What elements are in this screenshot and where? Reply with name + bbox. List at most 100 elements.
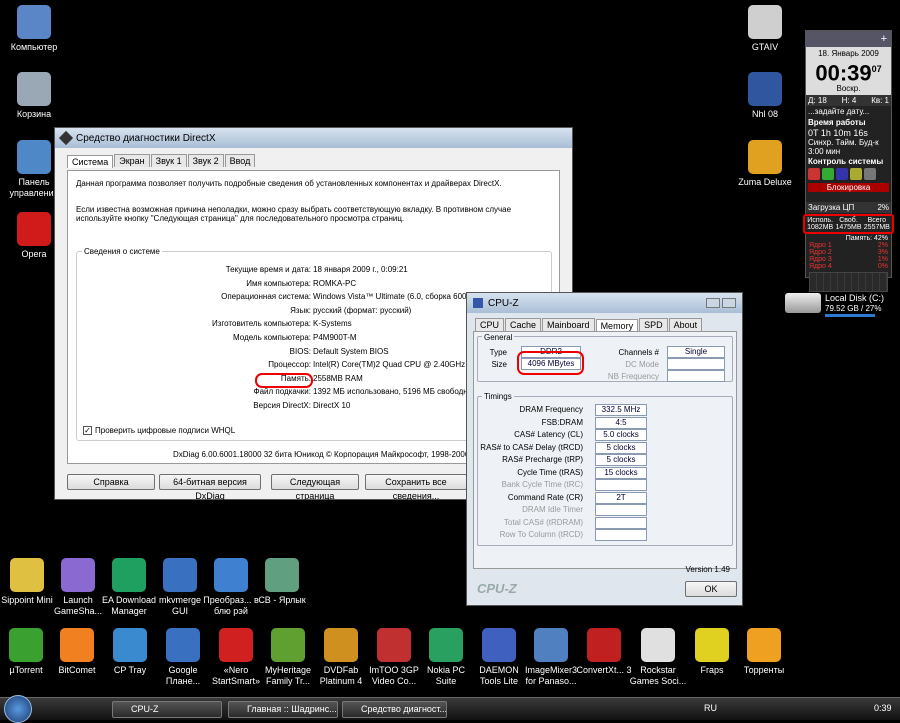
shortcut-icon [482,628,516,662]
taskbar: CPU-Z Главная :: Шадринс... Средство диагн… [0,695,900,723]
cpuz-tab[interactable]: About [668,318,703,331]
dxdiag-button[interactable]: 64-битная версия DxDiag [159,474,261,501]
computer-icon [17,5,51,39]
lock-icon[interactable] [864,168,876,181]
cpuz-tab[interactable]: Mainboard [542,318,595,331]
desktop-shortcut[interactable]: BitComet [47,628,107,676]
sleep-icon[interactable] [836,168,848,181]
logoff-icon[interactable] [850,168,862,181]
timing-label: Cycle Time (tRAS) [517,467,583,477]
desktop-icon-gtaiv[interactable]: GTAIV [733,5,797,53]
shortcut-icon [265,558,299,592]
desktop-shortcut[interactable]: ImTOO 3GP Video Co... [364,628,424,687]
cpuz-tab[interactable]: Cache [505,318,542,331]
restart-icon[interactable] [822,168,834,181]
shortcut-label: ImageMixer3 for Panaso... [524,665,578,686]
desktop-shortcut[interactable]: CB - Ярлык [252,558,312,606]
shortcut-label: Fraps [700,665,724,675]
mem-free-value: 1475MB [835,224,862,232]
core-name: Ядро 2 [809,249,832,257]
dxdiag-tab[interactable]: Звук 1 [150,154,187,167]
general-group-title: General [482,333,515,342]
minimize-icon[interactable] [706,298,720,308]
system-info-label: BIOS: [289,346,311,356]
desktop-shortcut[interactable]: Rockstar Games Soci... [628,628,688,687]
channels-label: Channels # [618,348,659,357]
shortcut-label: Nokia PC Suite [426,665,465,686]
desktop-shortcut[interactable]: ConvertXt... 3 [574,628,634,676]
shortcut-label: MyHeritage Family Tr... [264,665,311,686]
timing-value: 2T [595,491,647,504]
desktop-shortcut[interactable]: Nokia PC Suite [416,628,476,687]
timings-group-title: Timings [482,392,514,401]
memory-highlight [255,373,313,388]
ok-button[interactable]: OK [685,581,737,597]
desktop-icon-zuma[interactable]: Zuma Deluxe [733,140,797,188]
language-indicator[interactable]: RU [704,703,717,713]
dxdiag-button[interactable]: Справка [67,474,155,490]
taskbar-window-button[interactable]: Главная :: Шадринс... [228,701,338,718]
desktop-icon-computer[interactable]: Компьютер [2,5,66,53]
shortcut-icon [641,628,675,662]
dxdiag-button[interactable]: Следующая страница [271,474,359,501]
taskbar-window-button[interactable]: CPU-Z [112,701,222,718]
lock-button[interactable]: Блокировка [808,183,889,193]
dxdiag-button[interactable]: Сохранить все сведения... [365,474,467,501]
desktop-shortcut[interactable]: MyHeritage Family Tr... [258,628,318,687]
shortcut-icon [166,628,200,662]
desktop-shortcut[interactable]: ImageMixer3 for Panaso... [521,628,581,687]
gadget-time: 00:39 [815,60,872,86]
taskbar-window-button[interactable]: Средство диагност... [342,701,447,718]
timing-value: 332.5 MHz [595,404,647,416]
timing-value [595,516,647,529]
core-value: 3% [877,249,888,257]
desktop-shortcut[interactable]: «Nero StartSmart» [206,628,266,687]
desktop-shortcut[interactable]: Fraps [682,628,742,676]
desktop-shortcut[interactable]: Торренты [734,628,794,676]
dxdiag-tab[interactable]: Система [67,155,114,168]
whql-checkbox[interactable]: ✓ [83,426,92,435]
dxdiag-tab[interactable]: Звук 2 [187,154,224,167]
system-info-value: 2558MB RAM [313,373,363,383]
dxdiag-titlebar[interactable]: Средство диагностики DirectX [55,128,572,148]
taskbar-clock[interactable]: 0:39 [874,703,892,713]
shortcut-label: Google Плане... [165,665,201,686]
desktop-icon-nhl08[interactable]: Nhl 08 [733,72,797,120]
close-icon[interactable] [722,298,736,308]
desktop-icon-recycle-bin[interactable]: Корзина [2,72,66,120]
cpu-load-title: Загрузка ЦП [808,203,855,213]
system-info-value: Default System BIOS [313,346,389,356]
desktop-shortcut[interactable]: CP Tray [100,628,160,676]
gadget-task[interactable]: ...задайте дату... [806,106,891,117]
system-info-value: ROMKA-PC [313,278,357,288]
whql-label: Проверить цифровые подписи WHQL [95,426,236,435]
shortcut-icon [113,628,147,662]
shortcut-icon [9,628,43,662]
gadget-date: 18. Январь 2009 [818,49,879,58]
timing-label: RAS# Precharge (tRP) [502,455,583,464]
cpuz-tab[interactable]: SPD [639,318,668,331]
shortcut-icon [747,628,781,662]
shortcut-label: ConvertXt... 3 [576,665,632,675]
cpuz-titlebar[interactable]: CPU-Z [467,293,742,313]
add-gadget-button[interactable]: + [881,33,887,45]
drive-icon [785,293,821,313]
gadget-quarter: Кв: 1 [871,96,889,106]
dxdiag-tab[interactable]: Ввод [224,154,256,167]
timing-value: 5 clocks [595,441,647,454]
cpuz-tab[interactable]: CPU [475,318,505,331]
desktop-shortcut[interactable]: Google Плане... [153,628,213,687]
core-value: 1% [877,256,888,264]
power-icon[interactable] [808,168,820,181]
dxdiag-tab[interactable]: Экран [114,154,150,167]
dxdiag-intro-2: Если известна возможная причина неполадк… [76,205,512,223]
core-row: Ядро 2 3% [809,249,888,256]
gtaiv-icon [748,5,782,39]
start-button[interactable] [4,695,32,723]
shortcut-label: «Nero StartSmart» [211,665,260,686]
mem-total-value: 2557MB [863,224,890,232]
desktop-shortcut[interactable]: DVDFab Platinum 4 [311,628,371,687]
cpu-graph [809,272,888,293]
desktop-shortcut[interactable]: DAEMON Tools Lite [469,628,529,687]
sync-label: Синхр. Тайм. Буд-к [808,138,879,148]
